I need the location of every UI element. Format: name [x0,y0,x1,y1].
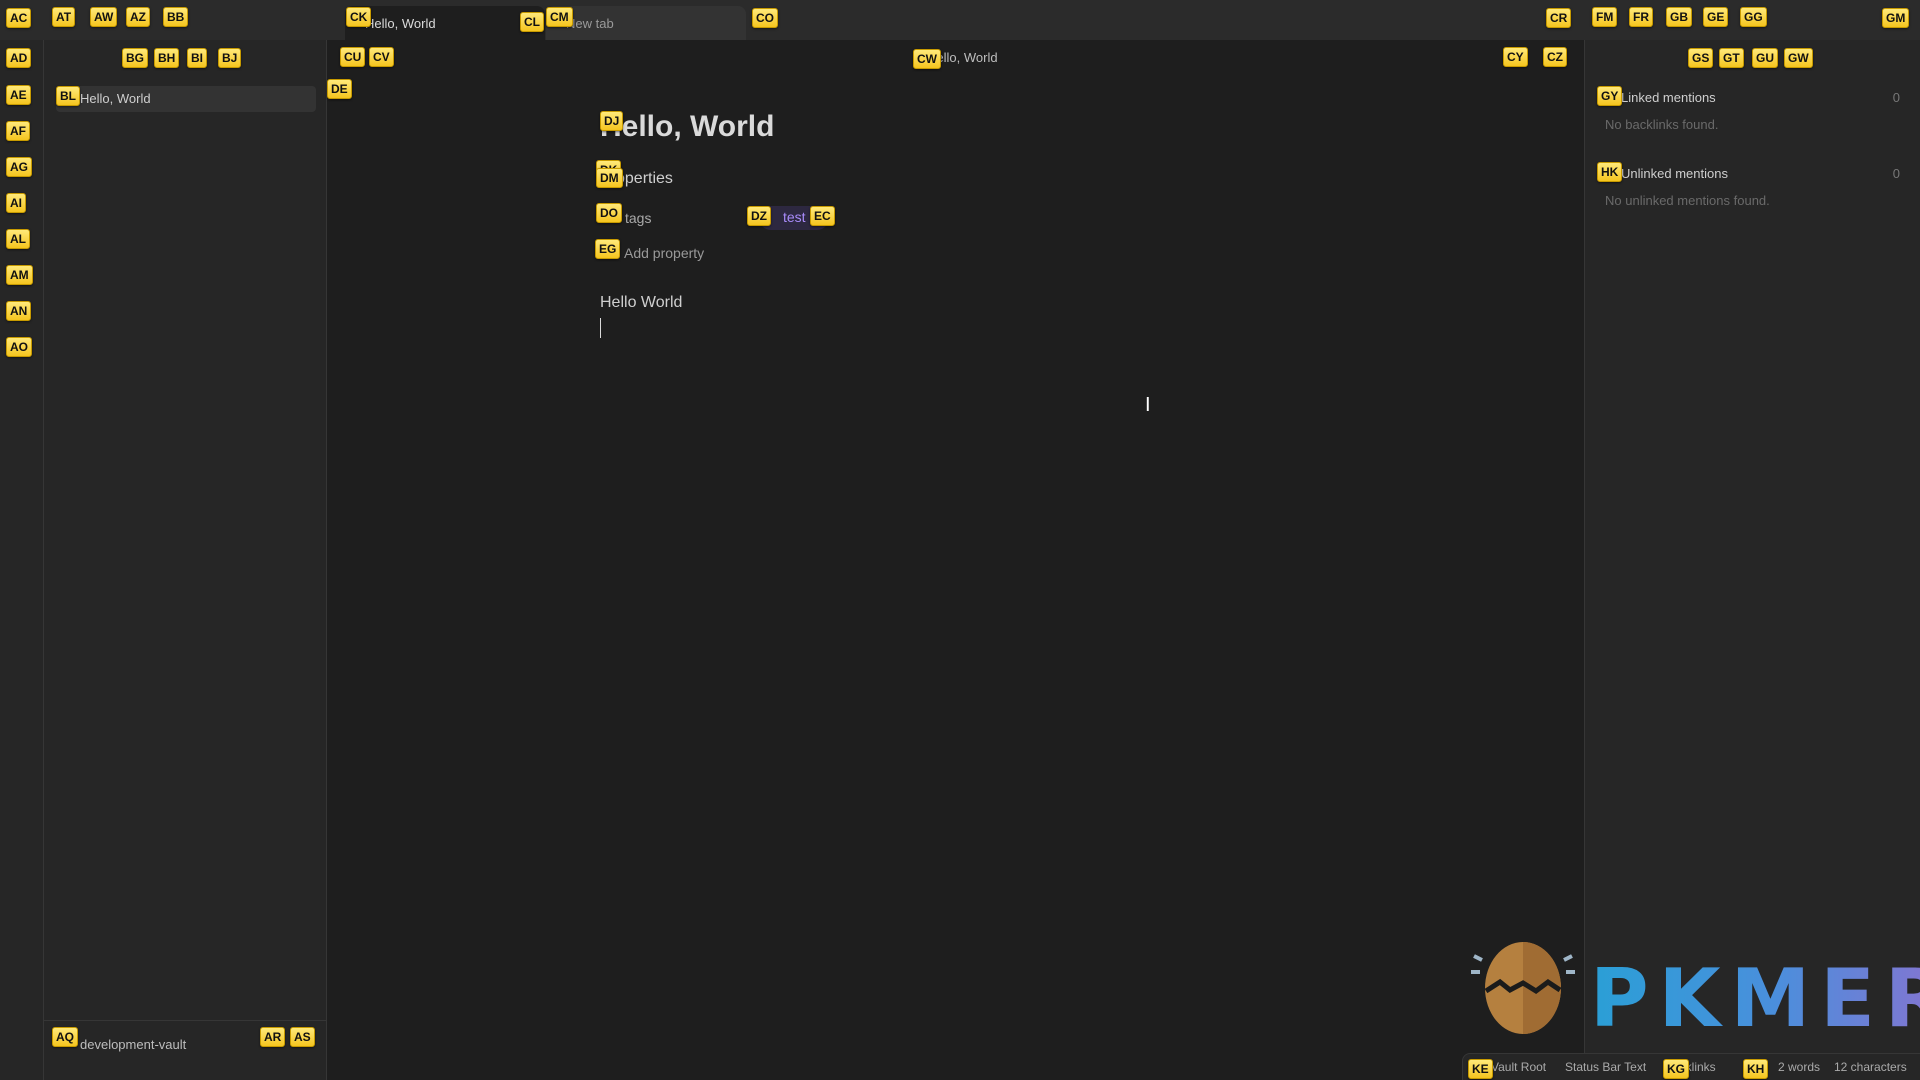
hint-settings[interactable]: AS [290,1027,315,1047]
property-key-tags[interactable]: tags [625,210,651,226]
status-char-count: 12 characters [1834,1060,1907,1074]
hint-ribbon-command-palette[interactable]: AL [6,229,30,249]
hint-nav-back[interactable]: CU [340,47,366,67]
hint-sort[interactable]: BI [187,48,207,68]
hint-sync-status[interactable]: KH [1743,1059,1769,1079]
note-title[interactable]: Hello, World [600,110,774,144]
vault-switcher-bar: development-vault AQ AR AS [44,1020,327,1080]
hint-tab-list[interactable]: CR [1546,8,1572,28]
hint-collapse-results[interactable]: GS [1688,48,1714,68]
hint-ribbon-templates[interactable]: AI [6,193,26,213]
hint-view-title[interactable]: CW [913,49,941,69]
hint-show-search-filter[interactable]: GW [1784,48,1813,68]
text-caret [600,318,601,338]
hint-change-sort[interactable]: GU [1752,48,1778,68]
pkmer-watermark: PKMER [1590,952,1920,1045]
linked-mentions-count: 0 [1892,90,1900,105]
ibeam-cursor-icon: I [1145,394,1151,416]
hint-reading-view[interactable]: CY [1503,47,1528,67]
hint-files-tab[interactable]: AT [52,7,76,27]
hint-vault-switcher[interactable]: AQ [52,1027,78,1047]
hint-show-more-context[interactable]: GT [1719,48,1744,68]
hint-right-sidebar-tab-5[interactable]: GG [1740,7,1767,27]
no-unlinked-message: No unlinked mentions found. [1605,193,1770,208]
hint-toggle-right-sidebar[interactable]: GM [1882,8,1910,28]
status-vault-root[interactable]: Vault Root [1491,1060,1546,1074]
hint-new-folder[interactable]: BH [154,48,180,68]
hint-nav-forward[interactable]: CV [369,47,394,67]
status-word-count: 2 words [1778,1060,1821,1074]
hint-ribbon-open-switcher[interactable]: AD [6,48,32,68]
hint-sidebar-tab-4[interactable]: BB [163,7,189,27]
hint-sidebar-toggle[interactable]: DE [327,79,352,99]
editor-pane: CU CV DE Hello, World CW CY CZ Hello, Wo… [327,40,1584,1080]
hint-note-title[interactable]: DJ [600,111,624,131]
add-property-button[interactable]: Add property [624,245,704,261]
hint-outgoing-links-tab[interactable]: FR [1629,7,1653,27]
left-sidebar: BG BH BI BJ Hello, World BL development-… [44,40,327,1080]
tab-label: Hello, World [365,16,436,31]
right-sidebar: GS GT GU GW Linked mentions 0 No backlin… [1584,40,1920,1080]
hint-tab-hello-world[interactable]: CK [346,7,372,27]
hint-vault-root[interactable]: KE [1468,1059,1493,1079]
hint-property-icon[interactable]: DO [596,203,622,223]
pkmer-egg-logo-icon [1468,936,1578,1041]
hint-backlinks-tab[interactable]: FM [1592,7,1618,27]
hint-backlinks[interactable]: KG [1663,1059,1689,1079]
hint-ribbon-graph[interactable]: AE [6,85,31,105]
left-ribbon: AD AE AF AG AI AL AM AN AO [0,40,44,1080]
hint-tag-input[interactable]: EC [810,206,835,226]
hint-ribbon-daily-note[interactable]: AG [6,157,32,177]
hint-collapse-all[interactable]: BJ [218,48,242,68]
tab-hello-world[interactable]: Hello, World [345,6,545,40]
hint-add-property[interactable]: EG [595,239,621,259]
status-bar: Vault Root Status Bar Text Backlinks 2 w… [1462,1053,1920,1080]
hint-new-note[interactable]: BG [122,48,148,68]
hint-properties-heading[interactable]: DM [596,168,623,188]
hint-ribbon-item-7[interactable]: AM [6,265,33,285]
unlinked-mentions-header[interactable]: Unlinked mentions [1621,166,1728,181]
file-item-hello-world[interactable]: Hello, World [56,86,316,112]
tab-new-tab[interactable]: New tab [546,6,746,40]
hint-ribbon-canvas[interactable]: AF [6,121,30,141]
note-body-line[interactable]: Hello World [600,294,682,312]
tag-value: test [783,209,806,225]
tab-label: New tab [566,16,614,31]
hint-linked-mentions[interactable]: GY [1597,86,1623,106]
hint-tag-pill[interactable]: DZ [747,206,771,226]
title-bar: Hello, World New tab AC AT AW AZ BB CK C… [0,0,1920,40]
hint-close-tab[interactable]: CL [520,12,544,32]
hint-tags-tab[interactable]: GB [1666,7,1692,27]
hint-ribbon-item-9[interactable]: AO [6,337,32,357]
hint-unlinked-mentions[interactable]: HK [1597,162,1623,182]
linked-mentions-header[interactable]: Linked mentions [1621,90,1716,105]
hint-outline-tab[interactable]: GE [1703,7,1729,27]
hint-search-tab[interactable]: AW [90,7,118,27]
hint-toggle-left-sidebar[interactable]: AC [6,8,32,28]
status-custom-text: Status Bar Text [1565,1060,1647,1074]
file-item-label: Hello, World [80,91,151,106]
hint-bookmarks-tab[interactable]: AZ [126,7,150,27]
hint-file-hello-world[interactable]: BL [56,86,80,106]
unlinked-mentions-count: 0 [1892,166,1900,181]
no-backlinks-message: No backlinks found. [1605,117,1719,132]
hint-ribbon-item-8[interactable]: AN [6,301,32,321]
hint-help[interactable]: AR [260,1027,286,1047]
hint-new-tab-button[interactable]: CO [752,8,778,28]
vault-name[interactable]: development-vault [80,1037,186,1052]
hint-tab-new-tab[interactable]: CM [546,7,573,27]
hint-more-options[interactable]: CZ [1543,47,1567,67]
